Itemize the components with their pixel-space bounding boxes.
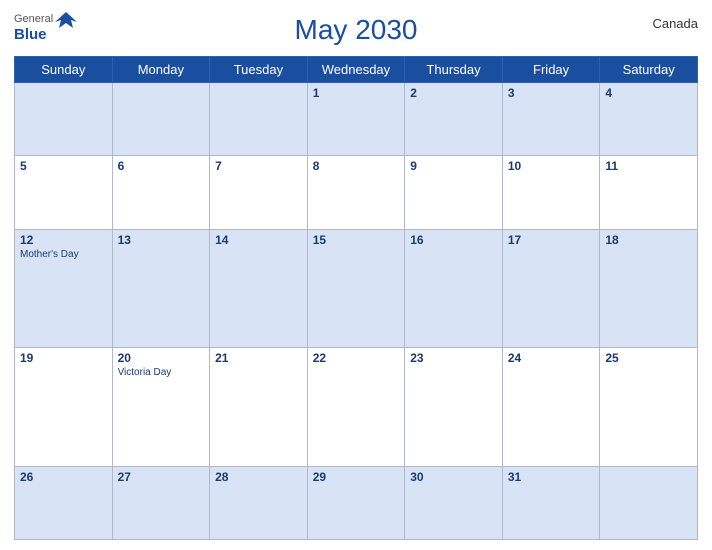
day-number: 31 bbox=[508, 470, 595, 484]
calendar-day-cell: 24 bbox=[502, 348, 600, 467]
day-number: 12 bbox=[20, 233, 107, 247]
day-number: 4 bbox=[605, 86, 692, 100]
holiday-label: Mother's Day bbox=[20, 249, 107, 260]
day-number: 17 bbox=[508, 233, 595, 247]
calendar-day-cell bbox=[112, 83, 210, 156]
day-number: 9 bbox=[410, 159, 497, 173]
day-number: 26 bbox=[20, 470, 107, 484]
day-number: 20 bbox=[118, 351, 205, 365]
calendar-day-cell: 18 bbox=[600, 229, 698, 348]
calendar-day-cell: 17 bbox=[502, 229, 600, 348]
calendar-day-cell: 3 bbox=[502, 83, 600, 156]
day-number: 24 bbox=[508, 351, 595, 365]
calendar-day-cell: 25 bbox=[600, 348, 698, 467]
calendar-week-row: 26 27 28 29 30 31 bbox=[15, 466, 698, 539]
country-label: Canada bbox=[652, 16, 698, 31]
calendar-day-cell: 5 bbox=[15, 156, 113, 229]
day-number: 16 bbox=[410, 233, 497, 247]
logo-bird-icon bbox=[55, 10, 77, 28]
calendar-day-cell: 4 bbox=[600, 83, 698, 156]
calendar-day-cell: 28 bbox=[210, 466, 308, 539]
header-thursday: Thursday bbox=[405, 57, 503, 83]
day-number: 21 bbox=[215, 351, 302, 365]
calendar-day-cell: 19 bbox=[15, 348, 113, 467]
calendar-day-cell: 27 bbox=[112, 466, 210, 539]
header-saturday: Saturday bbox=[600, 57, 698, 83]
calendar-day-cell: 15 bbox=[307, 229, 405, 348]
header-sunday: Sunday bbox=[15, 57, 113, 83]
calendar-table: Sunday Monday Tuesday Wednesday Thursday… bbox=[14, 56, 698, 540]
header-friday: Friday bbox=[502, 57, 600, 83]
calendar-day-cell: 30 bbox=[405, 466, 503, 539]
calendar-header: General Blue May 2030 Canada bbox=[14, 10, 698, 50]
calendar-day-cell: 6 bbox=[112, 156, 210, 229]
calendar-day-cell: 16 bbox=[405, 229, 503, 348]
day-number: 6 bbox=[118, 159, 205, 173]
calendar-day-cell: 10 bbox=[502, 156, 600, 229]
calendar-day-cell: 21 bbox=[210, 348, 308, 467]
day-number: 22 bbox=[313, 351, 400, 365]
header-tuesday: Tuesday bbox=[210, 57, 308, 83]
calendar-day-cell bbox=[15, 83, 113, 156]
calendar-week-row: 1234 bbox=[15, 83, 698, 156]
calendar-day-cell: 13 bbox=[112, 229, 210, 348]
weekday-header-row: Sunday Monday Tuesday Wednesday Thursday… bbox=[15, 57, 698, 83]
logo-blue-text: Blue bbox=[14, 26, 47, 43]
calendar-day-cell: 23 bbox=[405, 348, 503, 467]
day-number: 19 bbox=[20, 351, 107, 365]
calendar-week-row: 19 20 Victoria Day 21 22 23 24 25 bbox=[15, 348, 698, 467]
day-number: 13 bbox=[118, 233, 205, 247]
calendar-day-cell: 31 bbox=[502, 466, 600, 539]
day-number: 2 bbox=[410, 86, 497, 100]
day-number: 27 bbox=[118, 470, 205, 484]
day-number: 7 bbox=[215, 159, 302, 173]
calendar-day-cell: 7 bbox=[210, 156, 308, 229]
day-number: 14 bbox=[215, 233, 302, 247]
day-number: 25 bbox=[605, 351, 692, 365]
day-number: 1 bbox=[313, 86, 400, 100]
holiday-label: Victoria Day bbox=[118, 367, 205, 378]
calendar-day-cell: 2 bbox=[405, 83, 503, 156]
calendar-day-cell bbox=[600, 466, 698, 539]
calendar-day-cell: 1 bbox=[307, 83, 405, 156]
day-number: 28 bbox=[215, 470, 302, 484]
calendar-day-cell: 11 bbox=[600, 156, 698, 229]
day-number: 30 bbox=[410, 470, 497, 484]
day-number: 10 bbox=[508, 159, 595, 173]
calendar-day-cell bbox=[210, 83, 308, 156]
logo-general-text: General bbox=[14, 13, 53, 25]
calendar-day-cell: 9 bbox=[405, 156, 503, 229]
day-number: 11 bbox=[605, 159, 692, 173]
calendar-day-cell: 12 Mother's Day bbox=[15, 229, 113, 348]
day-number: 3 bbox=[508, 86, 595, 100]
calendar-day-cell: 26 bbox=[15, 466, 113, 539]
day-number: 15 bbox=[313, 233, 400, 247]
calendar-day-cell: 14 bbox=[210, 229, 308, 348]
calendar-day-cell: 20 Victoria Day bbox=[112, 348, 210, 467]
header-monday: Monday bbox=[112, 57, 210, 83]
calendar-week-row: 56789 10 11 bbox=[15, 156, 698, 229]
logo-area: General Blue bbox=[14, 10, 77, 43]
month-title: May 2030 bbox=[295, 14, 418, 46]
day-number: 18 bbox=[605, 233, 692, 247]
day-number: 23 bbox=[410, 351, 497, 365]
day-number: 29 bbox=[313, 470, 400, 484]
day-number: 5 bbox=[20, 159, 107, 173]
calendar-week-row: 12 Mother's Day 13 14 15 16 17 18 bbox=[15, 229, 698, 348]
calendar-container: General Blue May 2030 Canada Sunday Mond… bbox=[0, 0, 712, 550]
calendar-day-cell: 8 bbox=[307, 156, 405, 229]
header-wednesday: Wednesday bbox=[307, 57, 405, 83]
day-number: 8 bbox=[313, 159, 400, 173]
calendar-day-cell: 22 bbox=[307, 348, 405, 467]
calendar-day-cell: 29 bbox=[307, 466, 405, 539]
